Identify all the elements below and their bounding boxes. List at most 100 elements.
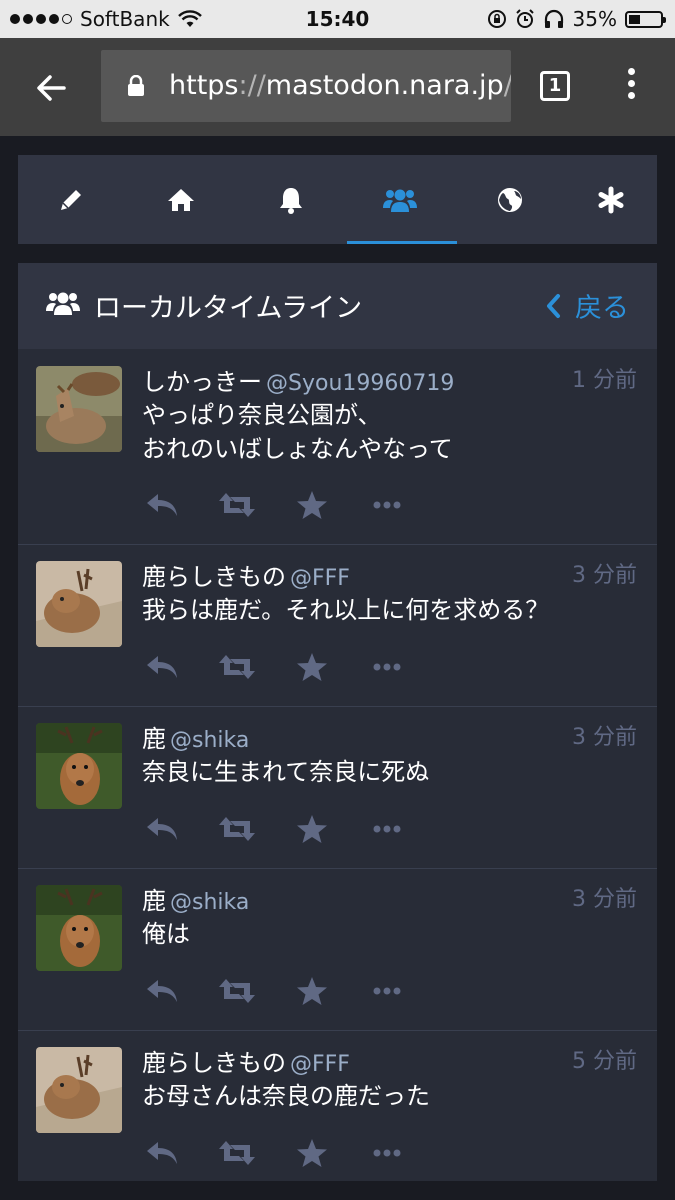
boost-button[interactable] — [217, 485, 257, 525]
boost-button[interactable] — [217, 809, 257, 849]
tab-compose[interactable] — [18, 155, 124, 244]
reply-icon — [147, 494, 177, 516]
more-options-button[interactable] — [367, 809, 407, 849]
status-header: 鹿らしきもの @FFF — [142, 1043, 350, 1078]
url-protocol: https — [169, 70, 239, 101]
display-name[interactable]: 鹿らしきもの — [142, 1049, 286, 1077]
reply-button[interactable] — [142, 1133, 182, 1173]
tab-local-timeline[interactable] — [347, 155, 457, 244]
ellipsis-icon — [373, 663, 401, 671]
reply-button[interactable] — [142, 647, 182, 687]
status-item[interactable]: しかっきー @Syou19960719 1 分前 やっぱり奈良公園が、 おれのいばし… — [18, 350, 657, 545]
url-text: https://mastodon.nara.jp/ — [169, 70, 511, 101]
retweet-icon — [219, 1141, 255, 1165]
reply-icon — [147, 656, 177, 678]
display-name[interactable]: 鹿らしきもの — [142, 563, 286, 591]
account-handle[interactable]: @shika — [170, 890, 249, 915]
headphones-icon — [544, 9, 563, 28]
account-handle[interactable]: @Syou19960719 — [266, 371, 454, 396]
status-header: しかっきー @Syou19960719 — [142, 362, 454, 397]
browser-toolbar: https://mastodon.nara.jp/ 1 — [0, 38, 675, 136]
reply-icon — [147, 980, 177, 1002]
battery-icon — [625, 10, 666, 28]
overflow-menu-icon[interactable] — [628, 68, 636, 104]
tab-home[interactable] — [128, 155, 234, 244]
favourite-button[interactable] — [292, 971, 332, 1011]
account-handle[interactable]: @FFF — [290, 566, 350, 591]
rotation-lock-icon — [487, 10, 506, 28]
status-header: 鹿 @shika — [142, 719, 249, 754]
reply-button[interactable] — [142, 971, 182, 1011]
users-icon — [383, 189, 417, 212]
back-arrow-icon[interactable] — [30, 66, 74, 110]
display-name[interactable]: 鹿 — [142, 887, 166, 915]
status-icons: 35% — [487, 7, 666, 31]
retweet-icon — [219, 817, 255, 841]
tab-getting-started[interactable] — [558, 155, 664, 244]
boost-button[interactable] — [217, 971, 257, 1011]
favourite-button[interactable] — [292, 647, 332, 687]
status-time[interactable]: 5 分前 — [572, 1043, 637, 1075]
tab-switcher-button[interactable]: 1 — [540, 71, 570, 101]
status-header: 鹿 @shika — [142, 881, 249, 916]
status-actions — [142, 485, 442, 525]
bell-icon — [280, 187, 302, 214]
status-actions — [142, 809, 442, 849]
status-time[interactable]: 3 分前 — [572, 881, 637, 913]
status-content: 奈良に生まれて奈良に死ぬ — [142, 755, 429, 789]
display-name[interactable]: 鹿 — [142, 725, 166, 753]
lock-icon — [128, 75, 144, 96]
address-bar[interactable]: https://mastodon.nara.jp/ — [101, 50, 511, 122]
boost-button[interactable] — [217, 1133, 257, 1173]
url-path: / — [504, 70, 511, 101]
account-handle[interactable]: @shika — [170, 728, 249, 753]
more-options-button[interactable] — [367, 1133, 407, 1173]
avatar[interactable] — [36, 561, 122, 647]
avatar[interactable] — [36, 366, 122, 452]
favourite-button[interactable] — [292, 1133, 332, 1173]
status-actions — [142, 647, 442, 687]
star-icon — [297, 653, 327, 681]
users-icon — [46, 292, 80, 315]
tab-notifications[interactable] — [238, 155, 344, 244]
navigation-tabs — [18, 155, 657, 244]
more-options-button[interactable] — [367, 971, 407, 1011]
reply-button[interactable] — [142, 809, 182, 849]
more-options-button[interactable] — [367, 647, 407, 687]
tab-federated-timeline[interactable] — [457, 155, 563, 244]
star-icon — [297, 815, 327, 843]
status-item[interactable]: 鹿 @shika 3 分前 俺は — [18, 869, 657, 1031]
status-item[interactable]: 鹿らしきもの @FFF 3 分前 我らは鹿だ。それ以上に何を求める？ — [18, 545, 657, 707]
favourite-button[interactable] — [292, 809, 332, 849]
retweet-icon — [219, 493, 255, 517]
alarm-icon — [515, 9, 534, 28]
status-item[interactable]: 鹿 @shika 3 分前 奈良に生まれて奈良に死ぬ — [18, 707, 657, 869]
status-actions — [142, 1133, 442, 1173]
battery-fill — [629, 14, 640, 24]
boost-button[interactable] — [217, 647, 257, 687]
reply-icon — [147, 818, 177, 840]
display-name[interactable]: しかっきー — [142, 368, 262, 396]
content-line: お母さんは奈良の鹿だった — [142, 1082, 430, 1110]
avatar[interactable] — [36, 1047, 122, 1133]
chevron-left-icon — [547, 293, 560, 318]
status-content: やっぱり奈良公園が、 おれのいばしょなんやなって — [142, 398, 453, 466]
status-time[interactable]: 3 分前 — [572, 719, 637, 751]
star-icon — [297, 977, 327, 1005]
content-line: 奈良に生まれて奈良に死ぬ — [142, 758, 430, 786]
local-timeline-column: ローカルタイムライン 戻る しかっきー @Syou19960719 1 分前 やっ… — [18, 263, 657, 1181]
status-time[interactable]: 3 分前 — [572, 557, 637, 589]
account-handle[interactable]: @FFF — [290, 1052, 350, 1077]
ellipsis-icon — [373, 825, 401, 833]
status-time[interactable]: 1 分前 — [572, 362, 637, 394]
avatar[interactable] — [36, 885, 122, 971]
pencil-icon — [61, 189, 81, 210]
favourite-button[interactable] — [292, 485, 332, 525]
avatar[interactable] — [36, 723, 122, 809]
url-host: mastodon.nara.jp — [265, 70, 504, 101]
column-back-button[interactable]: 戻る — [545, 286, 629, 325]
status-item[interactable]: 鹿らしきもの @FFF 5 分前 お母さんは奈良の鹿だった — [18, 1031, 657, 1181]
globe-icon — [498, 187, 522, 212]
reply-button[interactable] — [142, 485, 182, 525]
more-options-button[interactable] — [367, 485, 407, 525]
